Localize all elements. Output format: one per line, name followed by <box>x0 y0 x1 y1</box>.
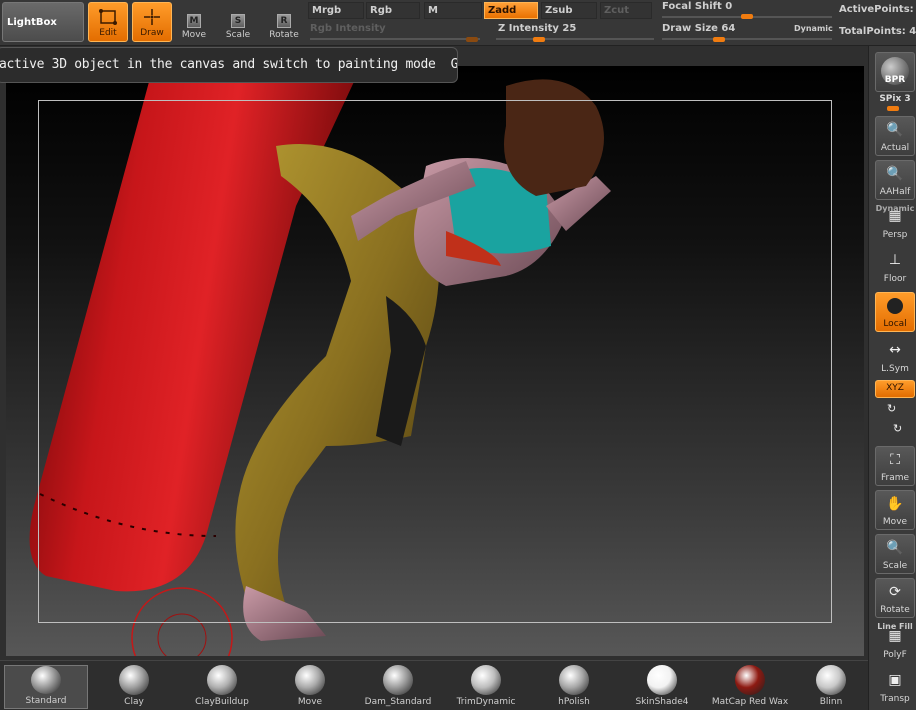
draw-icon <box>144 9 160 25</box>
draw-size-label: Draw Size 64 <box>662 23 736 34</box>
frame-icon: ⛶ <box>890 452 900 468</box>
material-matcap-red-wax[interactable]: MatCap Red Wax <box>708 665 792 709</box>
brush-hpolish-icon <box>559 665 589 695</box>
rotate-button[interactable]: R Rotate <box>264 4 304 40</box>
move-key-icon: M <box>187 14 201 28</box>
rgb-intensity-label: Rgb Intensity <box>310 23 386 34</box>
brush-clay[interactable]: Clay <box>92 665 176 709</box>
local-icon <box>887 293 903 319</box>
brush-move[interactable]: Move <box>268 665 352 709</box>
spix-label: SPix 3 <box>879 94 911 104</box>
edit-button[interactable]: Edit <box>88 2 128 42</box>
m-toggle[interactable]: M <box>424 2 482 19</box>
brush-hpolish[interactable]: hPolish <box>532 665 616 709</box>
edit-icon <box>99 9 117 25</box>
brush-standard-icon <box>31 666 61 694</box>
rgb-toggle[interactable]: Rgb <box>366 2 420 19</box>
z-intensity-knob[interactable] <box>532 37 545 42</box>
transp-icon: ▣ <box>888 672 902 688</box>
aahalf-button[interactable]: 🔍 AAHalf <box>875 160 915 200</box>
rotate-view-icon: ⟳ <box>889 584 901 600</box>
zadd-toggle[interactable]: Zadd <box>484 2 538 19</box>
zsub-toggle[interactable]: Zsub <box>541 2 597 19</box>
spix-slider[interactable] <box>887 106 899 111</box>
bpr-button[interactable]: BPR <box>875 52 915 92</box>
draw-button[interactable]: Draw <box>132 2 172 42</box>
brush-move-icon <box>295 665 325 695</box>
material-blinn[interactable]: Blinn <box>796 665 866 709</box>
viewport-canvas[interactable] <box>6 66 864 656</box>
active-points-label: ActivePoints: <box>839 4 914 15</box>
lsym-arrows-icon: ↔ <box>889 342 901 358</box>
persp-button[interactable]: Dynamic ▦ Persp <box>875 202 915 242</box>
scale-key-icon: S <box>231 14 245 28</box>
rotate-view-button[interactable]: ⟳ Rotate <box>875 578 915 618</box>
rotate-y-icon[interactable]: ↻ <box>887 402 896 415</box>
xyz-button[interactable]: XYZ <box>875 380 915 398</box>
tooltip-hotkey: G <box>450 57 458 72</box>
material-skinshade4[interactable]: SkinShade4 <box>620 665 704 709</box>
total-points-label: TotalPoints: 4 <box>839 26 916 37</box>
z-intensity-label: Z Intensity 25 <box>498 23 577 34</box>
scale-magnifier-icon: 🔍 <box>886 540 904 556</box>
document-area <box>0 46 868 660</box>
top-toolbar: LightBox Edit Draw M Move S Scale R Rota… <box>0 0 916 46</box>
actual-button[interactable]: 🔍 Actual <box>875 116 915 156</box>
material-skinshade4-icon <box>647 665 677 695</box>
floor-icon: ⊥ <box>888 252 902 268</box>
canvas-frame <box>38 100 832 623</box>
brush-trimdynamic[interactable]: TrimDynamic <box>444 665 528 709</box>
rotate-z-icon[interactable]: ↻ <box>893 422 902 435</box>
z-intensity-slider[interactable] <box>496 38 654 40</box>
hand-icon: ✋ <box>886 496 904 512</box>
material-matcap-red-wax-icon <box>735 665 765 695</box>
focal-shift-label: Focal Shift 0 <box>662 1 733 12</box>
tooltip: active 3D object in the canvas and switc… <box>0 47 458 83</box>
brush-shelf: Standard Clay ClayBuildup Move Dam_Stand… <box>0 660 868 710</box>
transp-button[interactable]: ▣ Transp <box>875 666 915 706</box>
brush-standard[interactable]: Standard <box>4 665 88 709</box>
local-button[interactable]: Local <box>875 292 915 332</box>
lightbox-button[interactable]: LightBox <box>2 2 84 42</box>
lsym-button[interactable]: ↔ L.Sym <box>875 336 915 376</box>
scale-button[interactable]: S Scale <box>220 4 256 40</box>
mrgb-toggle[interactable]: Mrgb <box>308 2 364 19</box>
frame-button[interactable]: ⛶ Frame <box>875 446 915 486</box>
brush-dam-standard[interactable]: Dam_Standard <box>356 665 440 709</box>
floor-button[interactable]: ⊥ Floor <box>875 246 915 286</box>
brush-claybuildup[interactable]: ClayBuildup <box>180 665 264 709</box>
rgb-intensity-slider[interactable] <box>310 38 480 40</box>
dynamic-label[interactable]: Dynamic <box>794 24 833 33</box>
brush-claybuildup-icon <box>207 665 237 695</box>
move-view-button[interactable]: ✋ Move <box>875 490 915 530</box>
tooltip-text: active 3D object in the canvas and switc… <box>0 57 436 72</box>
right-shelf: BPR SPix 3 🔍 Actual 🔍 AAHalf Dynamic ▦ P… <box>868 46 916 710</box>
magnifier-icon: 🔍 <box>886 122 904 138</box>
material-blinn-icon <box>816 665 846 695</box>
draw-size-slider[interactable] <box>662 38 832 40</box>
draw-size-knob[interactable] <box>712 37 725 42</box>
polyf-button[interactable]: Line Fill ▦ PolyF <box>875 622 915 662</box>
brush-dam-standard-icon <box>383 665 413 695</box>
rgb-intensity-knob[interactable] <box>466 37 478 42</box>
rotate-key-icon: R <box>277 14 291 28</box>
brush-trimdynamic-icon <box>471 665 501 695</box>
aahalf-icon: 🔍 <box>886 166 904 182</box>
focal-shift-knob[interactable] <box>741 14 753 19</box>
zcut-toggle[interactable]: Zcut <box>600 2 652 19</box>
scale-view-button[interactable]: 🔍 Scale <box>875 534 915 574</box>
move-button[interactable]: M Move <box>176 4 212 40</box>
brush-clay-icon <box>119 665 149 695</box>
